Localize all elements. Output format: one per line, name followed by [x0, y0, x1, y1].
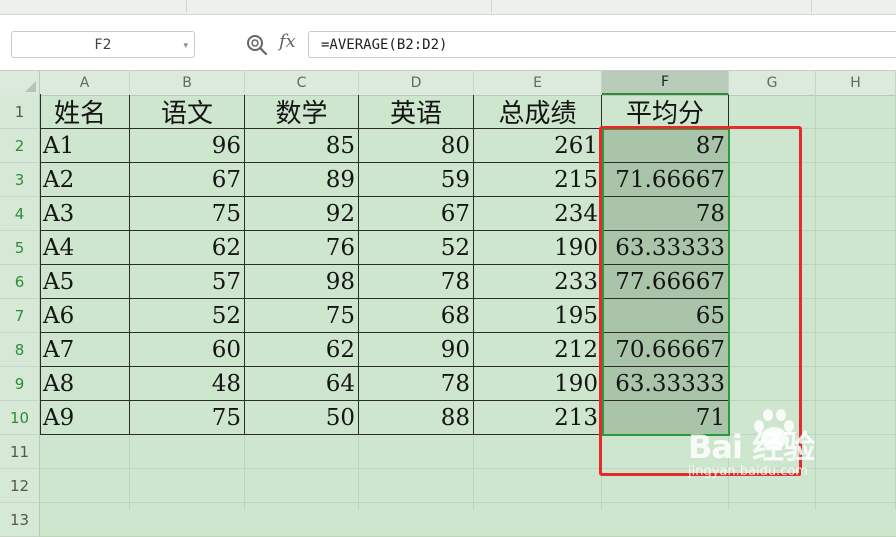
column-header-b[interactable]: B [130, 71, 245, 95]
table-header-cell[interactable]: 总成绩 [474, 95, 602, 129]
table-cell[interactable]: 85 [245, 129, 359, 163]
average-cell[interactable]: 77.66667 [602, 265, 729, 299]
column-header-c[interactable]: C [245, 71, 359, 95]
row-header-1[interactable]: 1 [0, 95, 40, 129]
table-cell[interactable]: 48 [130, 367, 245, 401]
table-cell[interactable]: A7 [40, 333, 130, 367]
table-cell[interactable]: A3 [40, 197, 130, 231]
table-cell[interactable]: 75 [130, 197, 245, 231]
row-header-2[interactable]: 2 [0, 129, 40, 163]
average-cell[interactable]: 63.33333 [602, 367, 729, 401]
table-cell[interactable]: 68 [359, 299, 474, 333]
table-cell[interactable]: 89 [245, 163, 359, 197]
toolbar-divider [811, 0, 812, 13]
row-header-4[interactable]: 4 [0, 197, 40, 231]
table-cell[interactable]: 62 [245, 333, 359, 367]
row-header-12[interactable]: 12 [0, 469, 40, 503]
table-header-cell[interactable]: 数学 [245, 95, 359, 129]
table-cell[interactable]: 190 [474, 367, 602, 401]
table-cell[interactable]: 75 [130, 401, 245, 435]
name-box[interactable]: F2 ▾ [11, 31, 195, 58]
table-cell[interactable]: 190 [474, 231, 602, 265]
formula-bar: F2 ▾ fx =AVERAGE(B2:D2) [0, 15, 896, 71]
column-header-e[interactable]: E [474, 71, 602, 95]
table-cell[interactable]: 50 [245, 401, 359, 435]
table-header-cell[interactable]: 英语 [359, 95, 474, 129]
table-cell[interactable]: 76 [245, 231, 359, 265]
table-cell[interactable]: 215 [474, 163, 602, 197]
average-cell[interactable]: 71 [602, 401, 729, 435]
table-cell[interactable]: A2 [40, 163, 130, 197]
column-header-h[interactable]: H [816, 71, 896, 95]
row-header-5[interactable]: 5 [0, 231, 40, 265]
zoom-icon[interactable] [246, 34, 268, 56]
row-header-9[interactable]: 9 [0, 367, 40, 401]
table-header-cell[interactable]: 姓名 [40, 95, 130, 129]
table-cell[interactable]: 213 [474, 401, 602, 435]
column-header-g[interactable]: G [729, 71, 816, 95]
table-cell[interactable]: 62 [130, 231, 245, 265]
average-cell[interactable]: 87 [602, 129, 729, 163]
row-header-7[interactable]: 7 [0, 299, 40, 333]
function-icon[interactable]: fx [279, 31, 296, 52]
formula-input[interactable]: =AVERAGE(B2:D2) [308, 31, 896, 58]
column-header-a[interactable]: A [40, 71, 130, 95]
table-header-cell[interactable]: 平均分 [602, 95, 729, 129]
table-cell[interactable]: 80 [359, 129, 474, 163]
table-cell[interactable]: 52 [130, 299, 245, 333]
gridline [40, 502, 896, 503]
table-cell[interactable]: A6 [40, 299, 130, 333]
gridline [40, 468, 896, 469]
column-header-row: ABCDEFGH [0, 71, 896, 96]
average-cell[interactable]: 78 [602, 197, 729, 231]
table-cell[interactable]: A4 [40, 231, 130, 265]
name-box-value: F2 [94, 36, 112, 53]
average-cell[interactable]: 65 [602, 299, 729, 333]
table-cell[interactable]: 233 [474, 265, 602, 299]
row-header-10[interactable]: 10 [0, 401, 40, 435]
table-cell[interactable]: 195 [474, 299, 602, 333]
table-cell[interactable]: 261 [474, 129, 602, 163]
table-cell[interactable]: 60 [130, 333, 245, 367]
row-header-3[interactable]: 3 [0, 163, 40, 197]
table-cell[interactable]: A9 [40, 401, 130, 435]
average-cell[interactable]: 63.33333 [602, 231, 729, 265]
table-cell[interactable]: 88 [359, 401, 474, 435]
table-cell[interactable]: A1 [40, 129, 130, 163]
table-cell[interactable]: 212 [474, 333, 602, 367]
row-header-13[interactable]: 13 [0, 503, 40, 537]
table-cell[interactable]: A5 [40, 265, 130, 299]
table-cell[interactable]: 92 [245, 197, 359, 231]
column-header-f[interactable]: F [602, 71, 729, 95]
row-header-11[interactable]: 11 [0, 435, 40, 469]
table-cell[interactable]: 59 [359, 163, 474, 197]
toolbar-strip [0, 0, 896, 15]
toolbar-divider [186, 0, 187, 13]
table-cell[interactable]: 64 [245, 367, 359, 401]
spreadsheet-grid[interactable]: ABCDEFGH 1 2 3 4 5 6 7 8 9 10 11 12 13 姓名 语文 数学 英语 总成绩 平均分… [0, 71, 896, 537]
table-cell[interactable]: 90 [359, 333, 474, 367]
toolbar-divider [491, 0, 492, 13]
table-cell[interactable]: 75 [245, 299, 359, 333]
table-cell[interactable]: 98 [245, 265, 359, 299]
table-header-cell[interactable]: 语文 [130, 95, 245, 129]
row-header-6[interactable]: 6 [0, 265, 40, 299]
table-cell[interactable]: 234 [474, 197, 602, 231]
average-cell[interactable]: 70.66667 [602, 333, 729, 367]
select-all-corner[interactable] [0, 71, 40, 95]
table-cell[interactable]: A8 [40, 367, 130, 401]
table-cell[interactable]: 67 [359, 197, 474, 231]
table-cell[interactable]: 52 [359, 231, 474, 265]
table-cell[interactable]: 78 [359, 367, 474, 401]
table-cell[interactable]: 67 [130, 163, 245, 197]
table-cell[interactable]: 96 [130, 129, 245, 163]
gridline [815, 95, 816, 510]
table-cell[interactable]: 78 [359, 265, 474, 299]
table-cell[interactable]: 57 [130, 265, 245, 299]
chevron-down-icon[interactable]: ▾ [183, 41, 188, 51]
average-cell[interactable]: 71.66667 [602, 163, 729, 197]
row-header-8[interactable]: 8 [0, 333, 40, 367]
column-header-d[interactable]: D [359, 71, 474, 95]
